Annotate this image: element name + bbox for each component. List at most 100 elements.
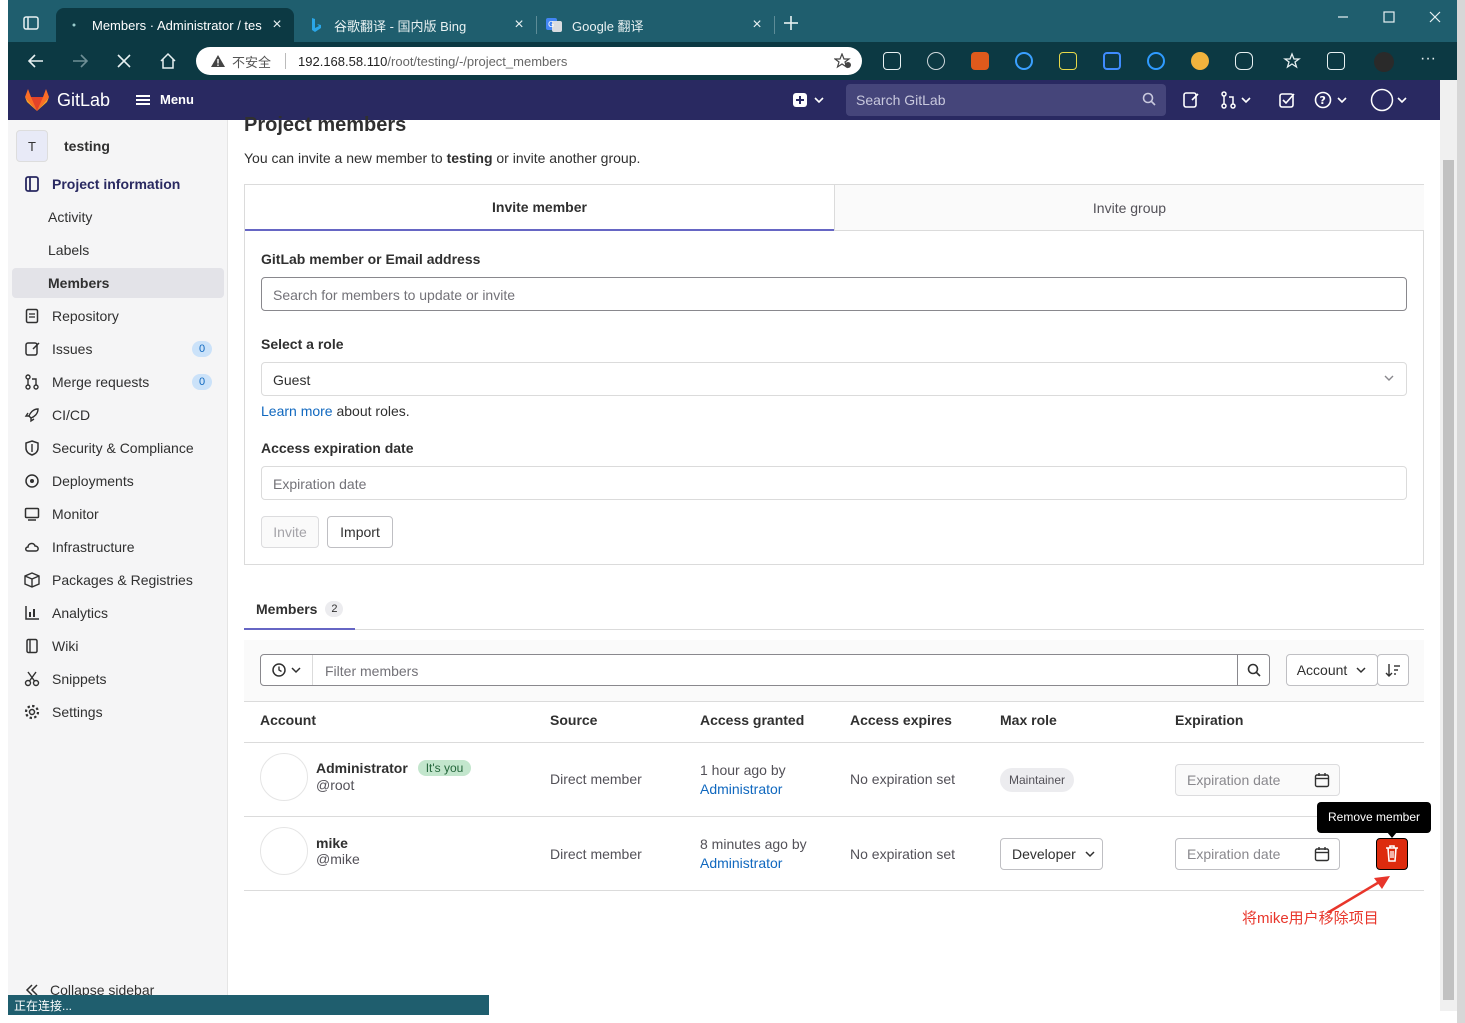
address-bar[interactable]: 不安全 192.168.58.110 /root/testing/-/proje… (196, 47, 862, 75)
extension-icon[interactable] (883, 52, 901, 70)
sidebar-item-activity[interactable]: Activity (12, 202, 224, 232)
sidebar-item-snippets[interactable]: Snippets (12, 664, 224, 694)
sidebar-item-packages-registries[interactable]: Packages & Registries (12, 565, 224, 595)
tab-google-translate[interactable]: G Google 翻译 × (536, 8, 774, 42)
search-input[interactable]: Search GitLab (846, 84, 1166, 116)
sidebar-item-labels[interactable]: Labels (12, 235, 224, 265)
gear-icon (24, 704, 40, 720)
remove-member-button[interactable] (1376, 838, 1408, 870)
column-header-access-expires: Access expires (850, 712, 952, 728)
access-expires-text: No expiration set (850, 771, 956, 787)
import-button[interactable]: Import (327, 516, 393, 548)
sidebar-project[interactable]: T testing (16, 130, 110, 162)
sort-field-dropdown[interactable]: Account (1286, 654, 1378, 686)
sidebar-item-label: Settings (52, 704, 103, 720)
google-translate-icon: G (546, 17, 562, 33)
sort-direction-button[interactable] (1377, 654, 1409, 686)
tab-label: Invite group (1092, 199, 1167, 216)
sidebar-item-analytics[interactable]: Analytics (12, 598, 224, 628)
more-menu-icon[interactable]: ··· (1420, 51, 1438, 70)
brand-name[interactable]: GitLab (57, 90, 110, 111)
merge-requests-dropdown[interactable] (1220, 91, 1254, 109)
sidebar-item-issues[interactable]: Issues 0 (12, 334, 224, 364)
sidebar-item-settings[interactable]: Settings (12, 697, 224, 727)
granted-by-link[interactable]: Administrator (700, 855, 782, 871)
role-field-label: Select a role (261, 336, 344, 352)
home-icon[interactable] (158, 51, 178, 71)
sidebar-item-members[interactable]: Members (12, 268, 224, 298)
learn-more-link[interactable]: Learn more (261, 403, 333, 419)
avatar[interactable] (260, 827, 308, 875)
help-dropdown[interactable]: ? (1314, 91, 1350, 109)
sidebar-item-deployments[interactable]: Deployments (12, 466, 224, 496)
role-select[interactable]: Guest (261, 362, 1407, 396)
tab-title: Google 翻译 (572, 18, 644, 34)
maximize-icon[interactable] (1380, 8, 1402, 30)
sidebar-item-merge-requests[interactable]: Merge requests 0 (12, 367, 224, 397)
extension-icon[interactable] (927, 52, 945, 70)
sidebar-item-monitor[interactable]: Monitor (12, 499, 224, 529)
expiration-date-input[interactable]: Expiration date (1175, 838, 1340, 870)
close-tab-icon[interactable]: × (270, 17, 284, 33)
member-name[interactable]: Administrator (316, 760, 408, 776)
new-item-dropdown[interactable] (792, 91, 828, 109)
sidebar-item-label: Repository (52, 308, 119, 324)
filter-members-input[interactable]: Filter members (260, 654, 1270, 686)
extension-icon[interactable] (1015, 52, 1033, 70)
member-name[interactable]: mike (316, 835, 348, 851)
recent-searches-dropdown[interactable] (261, 655, 313, 685)
new-tab-icon[interactable] (782, 14, 804, 36)
sidebar-item-ci-cd[interactable]: CI/CD (12, 400, 224, 430)
tab-members[interactable]: Members · Administrator / testin × (56, 8, 294, 42)
access-expires-text: No expiration set (850, 846, 956, 862)
minimize-icon[interactable] (1334, 8, 1356, 30)
extension-icon[interactable] (1147, 52, 1165, 70)
close-window-icon[interactable] (1426, 8, 1448, 30)
sidebar-item-security-compliance[interactable]: Security & Compliance (12, 433, 224, 463)
favorite-add-icon[interactable] (834, 53, 852, 69)
book-icon (24, 638, 40, 654)
avatar[interactable] (260, 753, 308, 801)
vertical-scrollbar[interactable] (1440, 80, 1457, 1011)
sidebar-item-label: Deployments (52, 473, 134, 489)
tab-bing[interactable]: 谷歌翻译 - 国内版 Bing × (298, 8, 536, 42)
menu-button[interactable]: Menu (136, 92, 194, 107)
issues-icon[interactable] (1182, 91, 1200, 109)
invite-panel: Invite member Invite group GitLab member… (244, 184, 1424, 565)
close-tab-icon[interactable]: × (750, 17, 764, 33)
close-tab-icon[interactable]: × (512, 17, 526, 33)
scrollbar-thumb[interactable] (1443, 160, 1454, 1000)
collections-icon[interactable] (1327, 52, 1345, 70)
extension-icon[interactable] (971, 52, 989, 70)
gitlab-logo-icon[interactable] (24, 88, 50, 112)
sidebar-item-infrastructure[interactable]: Infrastructure (12, 532, 224, 562)
search-button[interactable] (1237, 655, 1269, 685)
expiry-date-input[interactable]: Expiration date (261, 466, 1407, 500)
tab-members[interactable]: Members 2 (244, 590, 355, 630)
tab-actions-icon[interactable] (22, 14, 44, 36)
profile-avatar[interactable] (1374, 52, 1394, 72)
stop-loading-icon[interactable] (114, 51, 134, 71)
extension-icon[interactable] (1191, 52, 1209, 70)
tab-invite-group[interactable]: Invite group (834, 185, 1424, 231)
shield-icon (24, 440, 40, 456)
sidebar-item-wiki[interactable]: Wiki (12, 631, 224, 661)
expiration-date-input: Expiration date (1175, 764, 1340, 796)
member-search-input[interactable]: Search for members to update or invite (261, 277, 1407, 311)
search-icon (1247, 663, 1261, 677)
tab-invite-member[interactable]: Invite member (245, 185, 834, 231)
chevron-down-icon (1384, 374, 1394, 382)
sidebar-item-repository[interactable]: Repository (12, 301, 224, 331)
favorites-icon[interactable] (1283, 52, 1301, 70)
todos-icon[interactable] (1278, 91, 1296, 109)
role-dropdown[interactable]: Developer (1000, 838, 1103, 870)
extension-icon[interactable] (1103, 52, 1121, 70)
invite-button[interactable]: Invite (261, 516, 319, 548)
extensions-puzzle-icon[interactable] (1235, 52, 1253, 70)
sidebar-item-project-information[interactable]: Project information (12, 169, 224, 199)
extension-icon[interactable] (1059, 52, 1077, 70)
forward-icon[interactable] (70, 51, 90, 71)
granted-by-link[interactable]: Administrator (700, 781, 782, 797)
user-avatar-dropdown[interactable] (1370, 88, 1410, 112)
back-icon[interactable] (26, 51, 46, 71)
